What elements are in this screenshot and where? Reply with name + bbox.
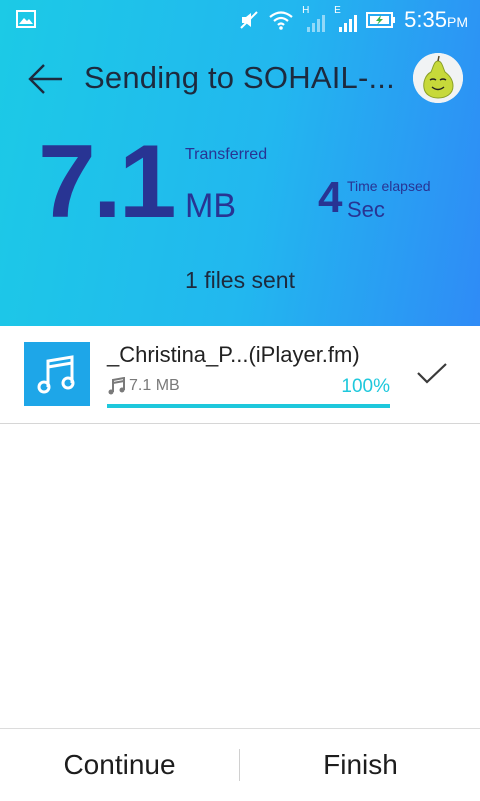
file-size: 7.1 MB [129,377,180,394]
signal-1: H [302,5,326,33]
file-thumbnail [24,342,90,406]
clock-ampm: PM [447,14,468,30]
button-divider [239,749,240,781]
files-sent-count: 1 files sent [185,267,295,293]
signal-icon [307,15,326,32]
status-bar: H E 5:35PM [0,0,480,40]
file-meta: 7.1 MB [107,377,180,395]
check-icon [417,363,447,384]
pear-avatar-icon [413,53,463,103]
elapsed-unit: Sec [347,197,385,222]
progress-fill [107,404,390,408]
progress-percent: 100% [341,376,390,397]
continue-button[interactable]: Continue [0,729,239,801]
mute-icon [240,11,258,29]
clock: 5:35PM [404,7,468,33]
music-note-icon [37,355,75,394]
elapsed-label: Time elapsed [347,178,431,194]
status-icons: H E 5:35PM [238,5,468,34]
wifi-icon [269,11,293,30]
small-music-note-icon [108,377,125,395]
transferred-value: 7.1 [38,124,177,240]
battery-charging-icon [366,12,396,28]
back-arrow-icon[interactable] [26,62,66,96]
avatar[interactable] [413,53,463,103]
clock-time: 5:35 [404,7,447,32]
finish-button[interactable]: Finish [241,729,480,801]
title-bar: Sending to SOHAIL-... [0,50,480,108]
elapsed-value: 4 [318,173,343,222]
progress-bar [107,404,390,408]
bottom-action-bar: Continue Finish [0,728,480,801]
file-list-item[interactable]: _Christina_P...(iPlayer.fm) 7.1 MB 100% [0,327,480,424]
file-name: _Christina_P...(iPlayer.fm) [107,342,360,367]
header: H E 5:35PM Sending to SOHAIL-... 7.1 Tra… [0,0,480,326]
transferred-label: Transferred [185,146,268,163]
transferred-unit: MB [185,187,236,225]
signal-icon [339,15,358,32]
page-title: Sending to SOHAIL-... [84,60,395,95]
signal-2: E [334,5,358,33]
image-icon [16,10,36,28]
